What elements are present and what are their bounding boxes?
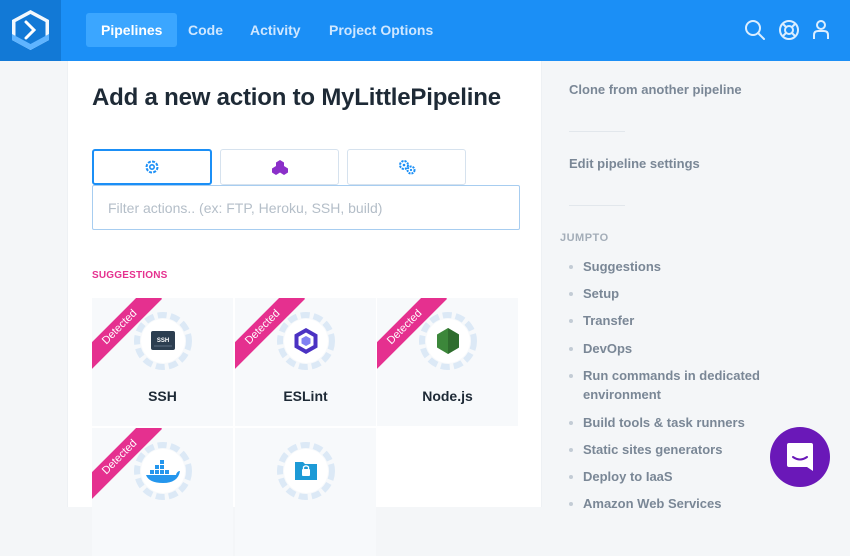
tab-actions[interactable] <box>92 149 212 185</box>
action-tile-docker[interactable]: Detected <box>92 428 233 556</box>
nodejs-icon <box>419 312 477 370</box>
jump-devops[interactable]: DevOps <box>569 339 783 358</box>
sftp-folder-icon <box>277 442 335 500</box>
action-tile-sftp[interactable] <box>235 428 376 556</box>
chat-icon <box>787 443 813 471</box>
jump-aws[interactable]: Amazon Web Services <box>569 494 783 513</box>
nav-project-options[interactable]: Project Options <box>314 13 448 47</box>
clone-pipeline-link[interactable]: Clone from another pipeline <box>569 82 742 97</box>
tab-integrations[interactable] <box>220 149 339 185</box>
nav-pipelines[interactable]: Pipelines <box>86 13 178 47</box>
search-icon[interactable] <box>744 19 766 41</box>
jump-build-tools[interactable]: Build tools & task runners <box>569 413 783 432</box>
chat-launcher-button[interactable] <box>770 427 830 487</box>
jumpto-heading: JUMPTO <box>560 232 609 244</box>
top-navbar: Pipelines Code Activity Project Options <box>0 0 850 61</box>
action-tile-eslint[interactable]: Detected ESLint <box>235 298 376 426</box>
nav-activity[interactable]: Activity <box>235 13 316 47</box>
nav-code[interactable]: Code <box>173 13 238 47</box>
help-lifebuoy-icon[interactable] <box>778 19 800 41</box>
tab-workflows[interactable] <box>347 149 466 185</box>
filter-actions-input[interactable] <box>92 185 520 230</box>
divider <box>569 205 625 206</box>
user-icon[interactable] <box>810 19 832 41</box>
tile-label: SSH <box>148 388 177 404</box>
jump-suggestions[interactable]: Suggestions <box>569 257 783 276</box>
divider <box>569 131 625 132</box>
tile-label: Node.js <box>422 388 473 404</box>
ssh-terminal-icon: SSH <box>134 312 192 370</box>
action-tile-nodejs[interactable]: Detected Node.js <box>377 298 518 426</box>
jump-run-commands[interactable]: Run commands in dedicated environment <box>569 366 763 404</box>
eslint-icon <box>277 312 335 370</box>
action-tile-ssh[interactable]: Detected SSH SSH <box>92 298 233 426</box>
edit-pipeline-settings-link[interactable]: Edit pipeline settings <box>569 156 700 171</box>
jump-static-sites[interactable]: Static sites generators <box>569 440 783 459</box>
actions-gear-icon <box>145 160 159 174</box>
logo-icon <box>12 10 49 50</box>
tile-label: ESLint <box>283 388 328 404</box>
gears-icon <box>398 160 415 175</box>
main-panel: Add a new action to MyLittlePipeline SUG… <box>67 61 542 556</box>
cubes-icon <box>271 160 288 175</box>
buddy-logo[interactable] <box>0 0 61 61</box>
suggestions-heading: SUGGESTIONS <box>92 270 168 281</box>
docker-icon <box>134 442 192 500</box>
jump-transfer[interactable]: Transfer <box>569 311 783 330</box>
svg-text:SSH: SSH <box>157 338 169 344</box>
jump-deploy-iaas[interactable]: Deploy to IaaS <box>569 467 783 486</box>
page-title: Add a new action to MyLittlePipeline <box>92 84 501 111</box>
jump-setup[interactable]: Setup <box>569 284 783 303</box>
